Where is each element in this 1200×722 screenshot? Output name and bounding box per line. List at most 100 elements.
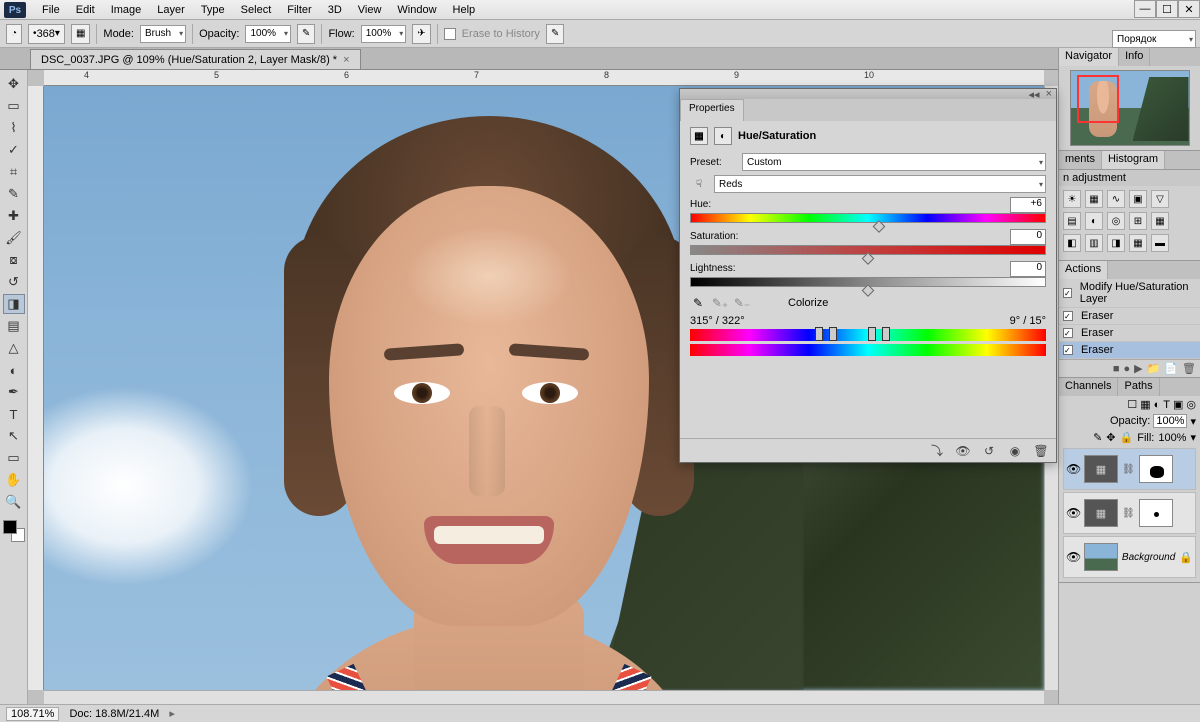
- tool-preset-button[interactable]: ◔: [6, 24, 22, 44]
- adj-vibrance-icon[interactable]: ▽: [1151, 190, 1169, 208]
- lasso-tool[interactable]: ⌇: [3, 118, 25, 138]
- hand-tool[interactable]: ✋: [3, 470, 25, 490]
- layer-name[interactable]: Background: [1122, 552, 1175, 563]
- hue-slider[interactable]: [690, 213, 1046, 223]
- visibility-icon[interactable]: 👁: [1066, 462, 1080, 476]
- menu-view[interactable]: View: [350, 0, 390, 20]
- adj-photo-filter-icon[interactable]: ◎: [1107, 212, 1125, 230]
- layer-thumbnail[interactable]: [1084, 543, 1118, 571]
- menu-edit[interactable]: Edit: [68, 0, 103, 20]
- lock-icon[interactable]: 🔒: [1179, 551, 1193, 564]
- navigator-view-box[interactable]: [1077, 75, 1119, 123]
- pressure-size-button[interactable]: ✎: [546, 24, 564, 44]
- play-action-icon[interactable]: ▶: [1134, 362, 1142, 375]
- healing-tool[interactable]: ✚: [3, 206, 25, 226]
- hue-value-input[interactable]: +6: [1010, 197, 1046, 213]
- close-tab-icon[interactable]: ×: [343, 54, 349, 66]
- visibility-icon[interactable]: 👁: [1066, 506, 1080, 520]
- pressure-opacity-button[interactable]: ✎: [297, 24, 315, 44]
- menu-layer[interactable]: Layer: [149, 0, 193, 20]
- preset-dropdown[interactable]: Custom: [742, 153, 1046, 171]
- toggle-visibility-icon[interactable]: ◉: [1006, 443, 1024, 459]
- window-close-button[interactable]: ✕: [1178, 0, 1200, 18]
- adj-channel-mixer-icon[interactable]: ⊞: [1129, 212, 1147, 230]
- layer-thumbnail[interactable]: ▦: [1084, 499, 1118, 527]
- properties-panel-header[interactable]: ◂◂×: [680, 89, 1056, 99]
- channel-dropdown[interactable]: Reds: [714, 175, 1046, 193]
- menu-file[interactable]: File: [34, 0, 68, 20]
- brush-tool[interactable]: 🖌: [3, 228, 25, 248]
- channels-tab[interactable]: Channels: [1059, 378, 1118, 396]
- adj-curves-icon[interactable]: ∿: [1107, 190, 1125, 208]
- adj-posterize-icon[interactable]: ▥: [1085, 234, 1103, 252]
- action-item[interactable]: Eraser: [1059, 325, 1200, 342]
- brush-size-field[interactable]: • 368 ▾: [28, 24, 65, 44]
- lightness-value-input[interactable]: 0: [1010, 261, 1046, 277]
- flow-field[interactable]: 100%: [361, 25, 407, 43]
- type-tool[interactable]: T: [3, 404, 25, 424]
- opacity-field[interactable]: 100%: [245, 25, 291, 43]
- range-marker[interactable]: [815, 327, 823, 341]
- stamp-tool[interactable]: ⧇: [3, 250, 25, 270]
- layer-mask-thumbnail[interactable]: [1139, 455, 1173, 483]
- airbrush-button[interactable]: ✈: [412, 24, 430, 44]
- delete-action-icon[interactable]: 🗑: [1182, 362, 1196, 375]
- document-tab[interactable]: DSC_0037.JPG @ 109% (Hue/Saturation 2, L…: [30, 49, 361, 69]
- blur-tool[interactable]: △: [3, 338, 25, 358]
- menu-select[interactable]: Select: [233, 0, 280, 20]
- zoom-field[interactable]: 108.71%: [6, 707, 59, 721]
- view-previous-icon[interactable]: 👁: [954, 443, 972, 459]
- color-swatches[interactable]: [3, 520, 25, 542]
- range-marker[interactable]: [829, 327, 837, 341]
- history-brush-tool[interactable]: ↺: [3, 272, 25, 292]
- range-marker[interactable]: [868, 327, 876, 341]
- layer-row[interactable]: 👁 Background 🔒: [1063, 536, 1196, 578]
- menu-help[interactable]: Help: [445, 0, 484, 20]
- menu-type[interactable]: Type: [193, 0, 233, 20]
- dodge-tool[interactable]: ◐: [3, 360, 25, 380]
- stop-action-icon[interactable]: ■: [1113, 363, 1120, 375]
- layer-fill-field[interactable]: 100%: [1158, 432, 1186, 444]
- eyedropper-set-icon[interactable]: ✎: [690, 295, 706, 311]
- mode-dropdown[interactable]: Brush: [140, 25, 186, 43]
- adj-selective-icon[interactable]: ▦: [1129, 234, 1147, 252]
- visibility-icon[interactable]: 👁: [1066, 550, 1080, 564]
- crop-tool[interactable]: ⌗: [3, 162, 25, 182]
- layer-row[interactable]: 👁 ▦ ⛓: [1063, 448, 1196, 490]
- brush-panel-button[interactable]: ▦: [71, 24, 90, 44]
- adj-brightness-icon[interactable]: ☀: [1063, 190, 1081, 208]
- scrollbar-horizontal[interactable]: [44, 690, 1044, 704]
- range-marker[interactable]: [882, 327, 890, 341]
- action-item[interactable]: Eraser: [1059, 342, 1200, 359]
- navigator-tab[interactable]: Navigator: [1059, 48, 1119, 66]
- gradient-tool[interactable]: ▤: [3, 316, 25, 336]
- ruler-vertical[interactable]: [28, 86, 44, 690]
- paths-tab[interactable]: Paths: [1118, 378, 1159, 396]
- delete-adjustment-icon[interactable]: 🗑: [1032, 443, 1050, 459]
- eraser-tool[interactable]: ◨: [3, 294, 25, 314]
- shape-tool[interactable]: ▭: [3, 448, 25, 468]
- layer-thumbnail[interactable]: ▦: [1084, 455, 1118, 483]
- adj-invert-icon[interactable]: ◧: [1063, 234, 1081, 252]
- layer-mask-thumbnail[interactable]: [1139, 499, 1173, 527]
- move-tool[interactable]: ✥: [3, 74, 25, 94]
- marquee-tool[interactable]: ▭: [3, 96, 25, 116]
- adjustments-tab[interactable]: ments: [1059, 151, 1102, 169]
- reset-icon[interactable]: ↺: [980, 443, 998, 459]
- saturation-value-input[interactable]: 0: [1010, 229, 1046, 245]
- pen-tool[interactable]: ✒: [3, 382, 25, 402]
- menu-filter[interactable]: Filter: [279, 0, 319, 20]
- workspace-dropdown[interactable]: Порядок: [1112, 30, 1196, 48]
- eyedropper-subtract-icon[interactable]: ✎₋: [734, 295, 750, 311]
- window-minimize-button[interactable]: —: [1134, 0, 1156, 18]
- layer-opacity-field[interactable]: 100%: [1153, 414, 1187, 428]
- eyedropper-add-icon[interactable]: ✎₊: [712, 295, 728, 311]
- adj-lut-icon[interactable]: ▦: [1151, 212, 1169, 230]
- adj-threshold-icon[interactable]: ◨: [1107, 234, 1125, 252]
- properties-tab[interactable]: Properties: [680, 99, 744, 121]
- path-select-tool[interactable]: ↖: [3, 426, 25, 446]
- adj-gradient-map-icon[interactable]: ▬: [1151, 234, 1169, 252]
- histogram-tab[interactable]: Histogram: [1102, 151, 1165, 169]
- layer-row[interactable]: 👁 ▦ ⛓: [1063, 492, 1196, 534]
- lightness-slider[interactable]: [690, 277, 1046, 287]
